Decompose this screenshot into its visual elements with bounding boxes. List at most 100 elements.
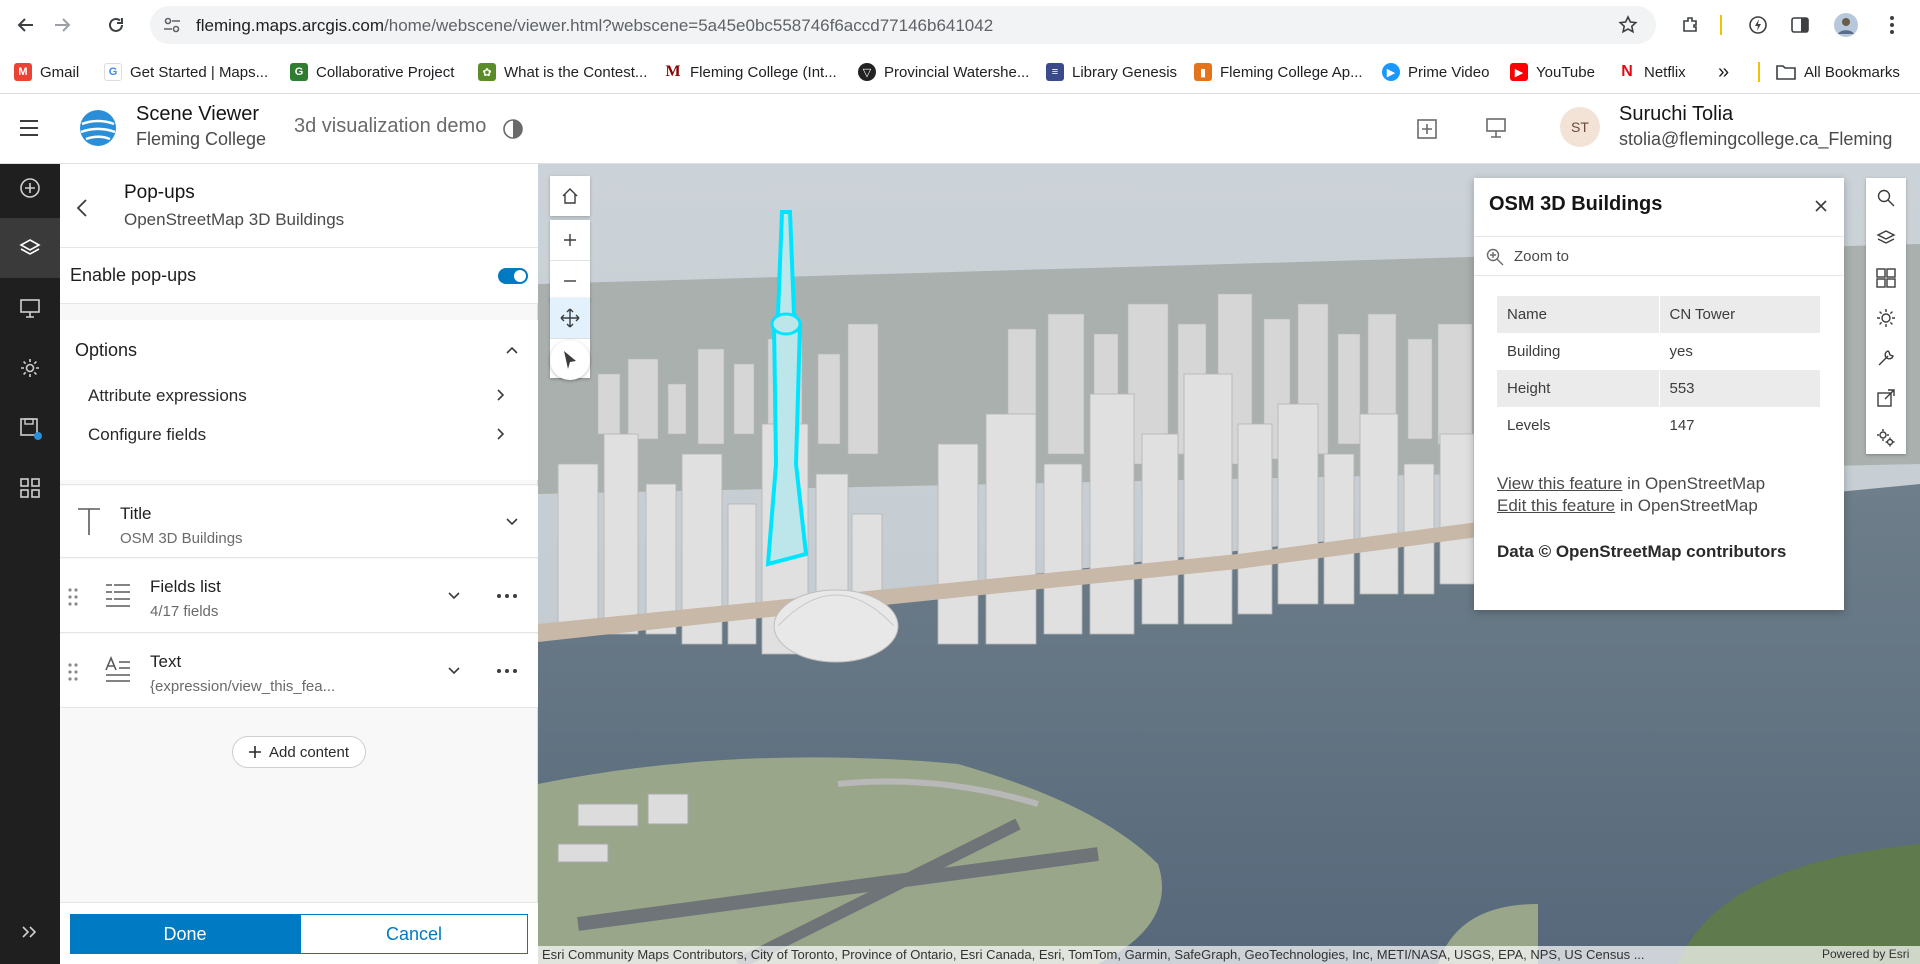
field-name: Height <box>1497 370 1660 407</box>
extensions-icon[interactable] <box>1678 13 1702 37</box>
hamburger-menu-icon[interactable] <box>18 119 40 137</box>
extension-bolt-icon[interactable] <box>1746 13 1770 37</box>
slides-icon[interactable] <box>0 278 60 338</box>
all-bookmarks-button[interactable]: All Bookmarks <box>1776 62 1900 82</box>
panel-title: Pop-ups <box>124 182 195 203</box>
presentation-icon[interactable] <box>1484 116 1508 140</box>
cancel-button[interactable]: Cancel <box>300 914 528 954</box>
expand-nav-icon[interactable] <box>0 902 60 962</box>
powered-by-esri[interactable]: Powered by Esri <box>1822 947 1909 961</box>
chevron-down-icon[interactable] <box>448 667 460 675</box>
options-section: Options Attribute expressions Configure … <box>60 320 538 480</box>
text-block[interactable]: Text {expression/view_this_fea... <box>60 634 538 708</box>
compass-icon[interactable] <box>550 340 590 380</box>
reload-icon[interactable] <box>104 13 128 37</box>
save-icon[interactable] <box>0 398 60 458</box>
home-icon[interactable] <box>550 176 590 216</box>
advanced-settings-icon[interactable] <box>1866 418 1906 458</box>
configure-fields-item[interactable]: Configure fields <box>60 416 538 454</box>
attribute-expressions-item[interactable]: Attribute expressions <box>60 377 538 415</box>
bookmark-provincial[interactable]: ▽ Provincial Watershe... <box>858 62 1029 82</box>
add-content-button[interactable]: Add content <box>232 736 366 768</box>
settings-gear-icon[interactable] <box>0 338 60 398</box>
measure-tools-icon[interactable] <box>1866 338 1906 378</box>
drag-handle-icon[interactable] <box>68 587 78 607</box>
bookmark-netflix[interactable]: N Netflix <box>1618 62 1686 82</box>
bookmark-prime-video[interactable]: ▶ Prime Video <box>1382 62 1489 82</box>
title-block[interactable]: Title OSM 3D Buildings <box>60 486 538 558</box>
layer-list-icon[interactable] <box>1866 218 1906 258</box>
view-feature-link[interactable]: View this feature <box>1497 474 1622 493</box>
user-avatar[interactable]: ST <box>1560 107 1600 147</box>
data-credit: Data © OpenStreetMap contributors <box>1497 542 1787 561</box>
forward-arrow-icon[interactable] <box>50 13 74 37</box>
more-bookmarks-button[interactable]: » <box>1718 61 1729 83</box>
zoom-out-icon[interactable] <box>550 260 590 300</box>
bookmark-gmail[interactable]: M Gmail <box>14 62 79 82</box>
user-name[interactable]: Suruchi Tolia <box>1619 103 1733 126</box>
netflix-icon: N <box>1618 63 1636 81</box>
close-icon[interactable] <box>1810 195 1832 217</box>
add-icon[interactable] <box>0 158 60 218</box>
share-icon[interactable] <box>1866 378 1906 418</box>
enable-popups-toggle[interactable] <box>498 268 528 284</box>
org-name: Fleming College <box>136 129 267 149</box>
chevron-down-icon[interactable] <box>448 592 460 600</box>
attribute-expressions-label: Attribute expressions <box>88 386 247 405</box>
scene-globe-status-icon[interactable] <box>502 118 524 140</box>
map-attribution: Esri Community Maps Contributors, City o… <box>538 946 1920 964</box>
configure-fields-label: Configure fields <box>88 425 207 444</box>
chevron-down-icon[interactable] <box>506 518 518 526</box>
more-options-icon[interactable] <box>496 668 518 674</box>
bookmark-library-genesis[interactable]: ≡ Library Genesis <box>1046 62 1177 82</box>
bookmark-fleming-int[interactable]: M Fleming College (Int... <box>664 62 837 82</box>
bookmark-fleming-ap[interactable]: ▮ Fleming College Ap... <box>1194 62 1363 82</box>
edit-feature-link[interactable]: Edit this feature <box>1497 496 1615 515</box>
apps-grid-icon[interactable] <box>0 458 60 518</box>
field-name: Name <box>1497 296 1660 333</box>
chevron-right-icon <box>496 428 504 440</box>
search-icon[interactable] <box>1866 178 1906 218</box>
chevron-up-icon[interactable] <box>506 346 518 354</box>
enable-popups-label: Enable pop-ups <box>70 265 197 285</box>
address-bar[interactable]: fleming.maps.arcgis.com/home/webscene/vi… <box>150 6 1656 44</box>
bookmark-youtube[interactable]: ▶ YouTube <box>1510 62 1595 82</box>
bars-icon: ▮ <box>1194 63 1212 81</box>
zoom-in-icon[interactable] <box>550 220 590 260</box>
back-arrow-icon[interactable] <box>14 13 38 37</box>
side-panel-icon[interactable] <box>1788 13 1812 37</box>
daylight-sun-icon[interactable] <box>1866 298 1906 338</box>
scene-name[interactable]: 3d visualization demo <box>294 115 486 138</box>
bookmark-get-started[interactable]: G Get Started | Maps... <box>104 62 268 82</box>
text-icon <box>104 656 132 684</box>
bookmark-star-icon[interactable] <box>1618 15 1638 35</box>
popups-panel: Pop-ups OpenStreetMap 3D Buildings Enabl… <box>60 164 538 964</box>
zoom-to-action[interactable]: Zoom to <box>1474 236 1844 276</box>
title-block-label: Title <box>120 504 152 523</box>
site-info-icon[interactable] <box>162 16 182 34</box>
bookmark-contest[interactable]: ✿ What is the Contest... <box>478 62 647 82</box>
text-block-sub: {expression/view_this_fea... <box>150 678 336 695</box>
home-control <box>550 176 590 216</box>
back-chevron-icon[interactable] <box>76 198 88 218</box>
panel-header: Pop-ups OpenStreetMap 3D Buildings <box>60 164 538 248</box>
more-options-icon[interactable] <box>496 593 518 599</box>
fields-list-block[interactable]: Fields list 4/17 fields <box>60 559 538 633</box>
field-value: yes <box>1659 333 1821 370</box>
pan-move-icon[interactable] <box>550 298 590 338</box>
folder-icon <box>1776 64 1796 80</box>
drag-handle-icon[interactable] <box>68 662 78 682</box>
add-layer-icon[interactable] <box>1416 118 1438 140</box>
layers-icon[interactable] <box>0 218 60 278</box>
done-button[interactable]: Done <box>70 914 300 954</box>
browser-menu-icon[interactable] <box>1880 13 1904 37</box>
view-feature-line: View this feature in OpenStreetMap <box>1497 474 1766 493</box>
map-tools-bar <box>1866 178 1906 454</box>
bookmark-collaborative-project[interactable]: G Collaborative Project <box>290 62 454 82</box>
field-value: 147 <box>1659 407 1821 444</box>
zoom-magnifier-icon <box>1486 248 1504 266</box>
profile-avatar-icon[interactable] <box>1834 13 1858 37</box>
gmail-icon: M <box>14 63 32 81</box>
basemap-gallery-icon[interactable] <box>1866 258 1906 298</box>
prime-video-icon: ▶ <box>1382 63 1400 81</box>
